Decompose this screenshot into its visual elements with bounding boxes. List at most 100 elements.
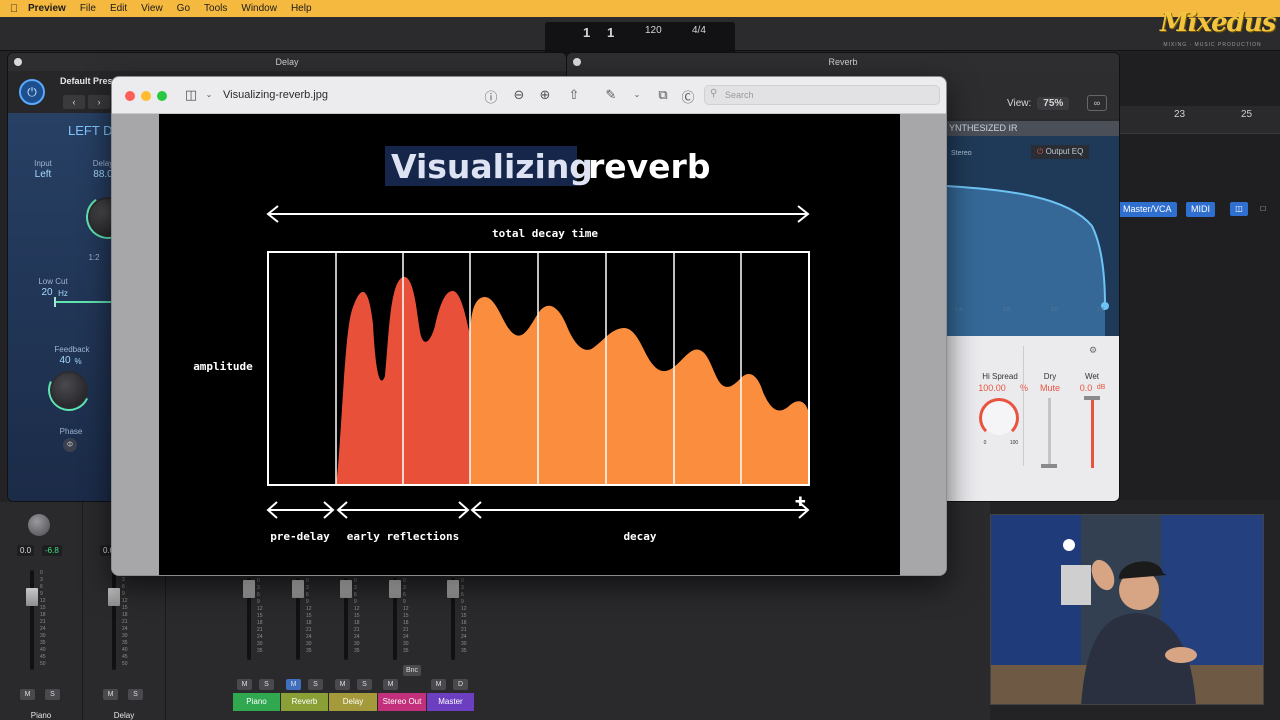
hi-spread-value[interactable]: 100.00 bbox=[963, 383, 1021, 393]
feedback-value[interactable]: 40 bbox=[56, 355, 74, 366]
file-name: Visualizing-reverb.jpg bbox=[223, 89, 328, 101]
low-cut-slider[interactable] bbox=[54, 301, 114, 303]
markup-pen-icon[interactable]: ✎ bbox=[602, 87, 620, 103]
lcd-display[interactable]: 1 1 120 4/4 bbox=[545, 22, 735, 54]
menu-window[interactable]: Window bbox=[241, 3, 277, 14]
next-preset-button[interactable]: › bbox=[88, 95, 110, 109]
reverb-image[interactable]: Visualizing reverb total decay time ampl… bbox=[159, 114, 900, 575]
prev-preset-button[interactable]: ‹ bbox=[63, 95, 85, 109]
fader-track[interactable] bbox=[112, 570, 116, 670]
mute-button[interactable]: M bbox=[20, 689, 35, 700]
view-value[interactable]: 75% bbox=[1037, 97, 1070, 110]
link-icon[interactable]: ∞ bbox=[1087, 95, 1107, 111]
channel-master[interactable]: Master bbox=[427, 693, 474, 711]
peak-readout[interactable]: -6.8 bbox=[42, 545, 62, 556]
solo-button[interactable]: S bbox=[357, 679, 372, 690]
fader-cap[interactable] bbox=[243, 580, 255, 598]
split-view-icon[interactable]: ◫ bbox=[1230, 202, 1248, 216]
wet-fader[interactable] bbox=[1091, 398, 1094, 468]
channel-reverb[interactable]: Reverb bbox=[281, 693, 328, 711]
menu-edit[interactable]: Edit bbox=[110, 3, 127, 14]
solo-button[interactable]: S bbox=[45, 689, 60, 700]
fader-cap[interactable] bbox=[447, 580, 459, 598]
info-icon[interactable]: ⓘ bbox=[482, 87, 500, 106]
ir-title: YNTHESIZED IR bbox=[947, 121, 1119, 136]
midi-button[interactable]: MIDI bbox=[1186, 202, 1215, 217]
annotate-icon[interactable]: Ⓒ bbox=[679, 87, 697, 106]
output-eq-button[interactable]: ⏻ Output EQ bbox=[1031, 145, 1090, 159]
fader-cap[interactable] bbox=[26, 588, 38, 606]
graph-tick: 1.8 bbox=[1003, 307, 1010, 313]
output-eq-label: Output EQ bbox=[1045, 147, 1084, 156]
channel-delay[interactable]: Delay bbox=[329, 693, 377, 711]
preview-window: ◫ ⌄ Visualizing-reverb.jpg ⓘ ⊖ ⊕ ⇧ ✎ ⌄ ⧉… bbox=[111, 76, 947, 576]
dry-fader-cap[interactable] bbox=[1041, 464, 1057, 468]
hi-spread-knob[interactable] bbox=[979, 398, 1019, 438]
view-zoom[interactable]: View: 75% bbox=[1007, 97, 1070, 110]
menu-tools[interactable]: Tools bbox=[204, 3, 227, 14]
mute-button[interactable]: M bbox=[335, 679, 350, 690]
zoom-in-icon[interactable]: ⊕ bbox=[536, 87, 554, 103]
phase-label: Phase bbox=[59, 427, 83, 436]
menu-go[interactable]: Go bbox=[177, 3, 190, 14]
solo-button[interactable]: S bbox=[308, 679, 323, 690]
fader-cap[interactable] bbox=[389, 580, 401, 598]
power-icon[interactable]: ⏻ bbox=[19, 79, 45, 105]
fader-track[interactable] bbox=[30, 570, 34, 670]
phase-icon[interactable]: Φ bbox=[63, 438, 77, 452]
settings-gear-icon[interactable]: ⚙ bbox=[1089, 345, 1097, 356]
close-button[interactable] bbox=[125, 91, 135, 101]
total-arrow bbox=[266, 205, 810, 223]
close-icon[interactable] bbox=[573, 58, 581, 66]
share-icon[interactable]: ⇧ bbox=[565, 87, 583, 103]
channel-stereo-out[interactable]: Stereo Out bbox=[378, 693, 426, 711]
mute-button-active[interactable]: M bbox=[286, 679, 301, 690]
menu-view[interactable]: View bbox=[141, 3, 163, 14]
low-cut-slider-handle[interactable] bbox=[54, 297, 56, 307]
dry-fader[interactable] bbox=[1048, 398, 1051, 468]
chevron-down-icon[interactable]: ⌄ bbox=[200, 90, 218, 99]
wet-fader-cap[interactable] bbox=[1084, 396, 1100, 400]
pan-knob[interactable] bbox=[28, 514, 50, 536]
rotate-icon[interactable]: ⧉ bbox=[654, 87, 672, 103]
hi-spread-label: Hi Spread bbox=[982, 372, 1018, 381]
zoom-button[interactable] bbox=[157, 91, 167, 101]
mute-button[interactable]: M bbox=[383, 679, 398, 690]
sidebar-icon[interactable]: ◫ bbox=[182, 87, 200, 103]
menu-help[interactable]: Help bbox=[291, 3, 312, 14]
input-value[interactable]: Left bbox=[26, 169, 60, 180]
volume-readout[interactable]: 0.0 bbox=[17, 545, 35, 556]
apple-icon[interactable]:  bbox=[0, 3, 28, 15]
solo-button[interactable]: S bbox=[259, 679, 274, 690]
fader-cap[interactable] bbox=[292, 580, 304, 598]
fader-cap[interactable] bbox=[340, 580, 352, 598]
single-view-icon[interactable]: □ bbox=[1254, 202, 1272, 216]
zoom-out-icon[interactable]: ⊖ bbox=[510, 87, 528, 103]
preset-name[interactable]: Default Pres bbox=[60, 76, 113, 86]
menu-app-preview[interactable]: Preview bbox=[28, 3, 66, 14]
fader-scale: 036912151821243035404550 bbox=[122, 570, 128, 667]
search-input[interactable]: Search bbox=[704, 85, 940, 105]
ir-graph[interactable] bbox=[946, 136, 1119, 336]
mute-button[interactable]: M bbox=[237, 679, 252, 690]
chevron-down-icon[interactable]: ⌄ bbox=[628, 90, 646, 99]
mute-button[interactable]: M bbox=[431, 679, 446, 690]
mute-button[interactable]: M bbox=[103, 689, 118, 700]
minimize-button[interactable] bbox=[141, 91, 151, 101]
amplitude-label: amplitude bbox=[193, 360, 253, 373]
channel-piano[interactable]: Piano bbox=[233, 693, 280, 711]
dry-value[interactable]: Mute bbox=[1035, 383, 1065, 393]
menu-bar:  Preview File Edit View Go Tools Window… bbox=[0, 0, 1280, 17]
output-eq-power-icon[interactable]: ⏻ bbox=[1037, 147, 1043, 156]
wet-value[interactable]: 0.0 bbox=[1077, 383, 1095, 393]
solo-button[interactable]: S bbox=[128, 689, 143, 700]
title-highlight-text: Visualizing bbox=[391, 147, 593, 186]
fader-cap[interactable] bbox=[108, 588, 120, 606]
menu-file[interactable]: File bbox=[80, 3, 96, 14]
close-icon[interactable] bbox=[14, 58, 22, 66]
wet-label: Wet bbox=[1084, 372, 1100, 381]
master-vca-button[interactable]: Master/VCA bbox=[1118, 202, 1177, 217]
bounce-button[interactable]: Bnc bbox=[403, 665, 421, 676]
bar-ruler[interactable]: 23 25 bbox=[1120, 106, 1280, 134]
dim-button[interactable]: D bbox=[453, 679, 468, 690]
